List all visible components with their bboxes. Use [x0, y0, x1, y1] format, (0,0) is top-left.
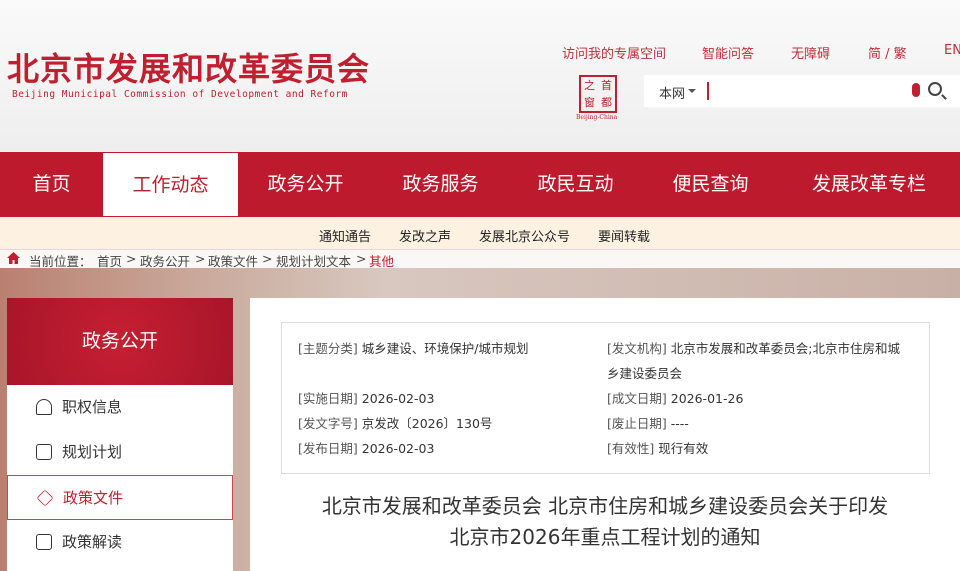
- capital-window-seal-logo[interactable]: 之 首 窗 都: [579, 75, 617, 113]
- seal-char: 首: [601, 79, 612, 92]
- subnav-notices[interactable]: 通知通告: [319, 226, 371, 245]
- breadcrumb-sep: >: [356, 251, 367, 266]
- seal-char: 窗: [584, 96, 595, 109]
- subnav-voice[interactable]: 发改之声: [399, 226, 451, 245]
- seal-char: 之: [584, 79, 595, 92]
- search-scope-select[interactable]: 本网: [659, 83, 685, 102]
- seal-char: 都: [601, 96, 612, 109]
- smart-qa-link[interactable]: 智能问答: [702, 43, 754, 62]
- subnav-wechat[interactable]: 发展北京公众号: [479, 226, 570, 245]
- document-title-line1: 北京市发展和改革委员会 北京市住房和城乡建设委员会关于印发: [321, 494, 889, 518]
- document-title: 北京市发展和改革委员会 北京市住房和城乡建设委员会关于印发 北京市2026年重点…: [270, 491, 940, 553]
- caret-down-icon[interactable]: [688, 89, 696, 97]
- nav-home[interactable]: 首页: [0, 152, 103, 217]
- sidebar-title: 政务公开: [7, 298, 233, 385]
- site-logo-title[interactable]: 北京市发展和改革委员会: [7, 44, 370, 90]
- site-logo-subtitle: Beijing Municipal Commission of Developm…: [12, 89, 348, 100]
- user-interpret-icon: [36, 534, 52, 550]
- search-input[interactable]: [707, 82, 709, 100]
- home-icon: [7, 252, 20, 264]
- accessibility-link[interactable]: 无障碍: [791, 43, 830, 62]
- meta-issuer: [发文机构] 北京市发展和改革委员会;北京市住房和城 乡建设委员会: [607, 341, 900, 381]
- breadcrumb-sep: >: [126, 251, 137, 266]
- nav-work-news[interactable]: 工作动态: [103, 153, 238, 216]
- nav-gov-services[interactable]: 政务服务: [373, 152, 508, 217]
- personal-space-link[interactable]: 访问我的专属空间: [562, 43, 666, 62]
- sidebar-item-label: 规划计划: [62, 443, 123, 461]
- sidebar: 政务公开 职权信息 规划计划 政策文件 政策解读: [7, 298, 233, 571]
- search-icon[interactable]: [928, 82, 942, 96]
- nav-reform-column[interactable]: 发展改革专栏: [778, 152, 960, 217]
- sidebar-item-policy-docs[interactable]: 政策文件: [7, 475, 233, 520]
- breadcrumb-sep: >: [262, 251, 273, 266]
- breadcrumb: 当前位置： 首页 > 政务公开 > 政策文件 > 规划计划文本 > 其他: [0, 250, 960, 269]
- simplified-traditional-link[interactable]: 简 / 繁: [868, 43, 907, 62]
- meta-repeal-date: [废止日期] ----: [607, 416, 689, 431]
- meta-written-date: [成文日期] 2026-01-26: [607, 391, 744, 406]
- sidebar-item-plans[interactable]: 规划计划: [7, 430, 233, 475]
- nav-gov-affairs[interactable]: 政务公开: [238, 152, 373, 217]
- meta-publish-date: [发布日期] 2026-02-03: [298, 441, 435, 456]
- sidebar-item-policy-interpretation[interactable]: 政策解读: [7, 520, 233, 565]
- search-bar: 本网: [644, 75, 960, 107]
- nav-public-query[interactable]: 便民查询: [643, 152, 778, 217]
- meta-effective-date: [实施日期] 2026-02-03: [298, 391, 435, 406]
- sidebar-item-label: 职权信息: [62, 398, 123, 416]
- meta-doc-number: [发文字号] 京发改〔2026〕130号: [298, 416, 493, 431]
- sidebar-item-label: 政策解读: [62, 533, 123, 551]
- subnav-reprints[interactable]: 要闻转载: [598, 226, 650, 245]
- breadcrumb-sep: >: [195, 251, 206, 266]
- layers-icon: [36, 489, 54, 507]
- english-link[interactable]: EN: [944, 43, 960, 58]
- main-content: [主题分类] 城乡建设、环境保护/城市规划 [发文机构] 北京市发展和改革委员会…: [250, 298, 960, 571]
- sub-nav: 通知通告 发改之声 发展北京公众号 要闻转载: [0, 217, 960, 250]
- nav-interaction[interactable]: 政民互动: [508, 152, 643, 217]
- meta-topic: [主题分类] 城乡建设、环境保护/城市规划: [298, 341, 529, 356]
- sidebar-item-authority-info[interactable]: 职权信息: [7, 385, 233, 430]
- meta-validity: [有效性] 现行有效: [607, 441, 709, 456]
- header: 北京市发展和改革委员会 Beijing Municipal Commission…: [0, 0, 960, 152]
- seal-caption: Beijing-China: [576, 114, 618, 121]
- stamp-icon: [36, 399, 52, 415]
- document-title-line2: 北京市2026年重点工程计划的通知: [449, 525, 761, 549]
- main-nav: 首页 工作动态 政务公开 政务服务 政民互动 便民查询 发展改革专栏: [0, 152, 960, 217]
- document-metadata: [主题分类] 城乡建设、环境保护/城市规划 [发文机构] 北京市发展和改革委员会…: [281, 322, 930, 474]
- sidebar-item-label: 政策文件: [63, 489, 124, 507]
- edit-document-icon: [36, 444, 52, 460]
- microphone-icon[interactable]: [912, 83, 920, 97]
